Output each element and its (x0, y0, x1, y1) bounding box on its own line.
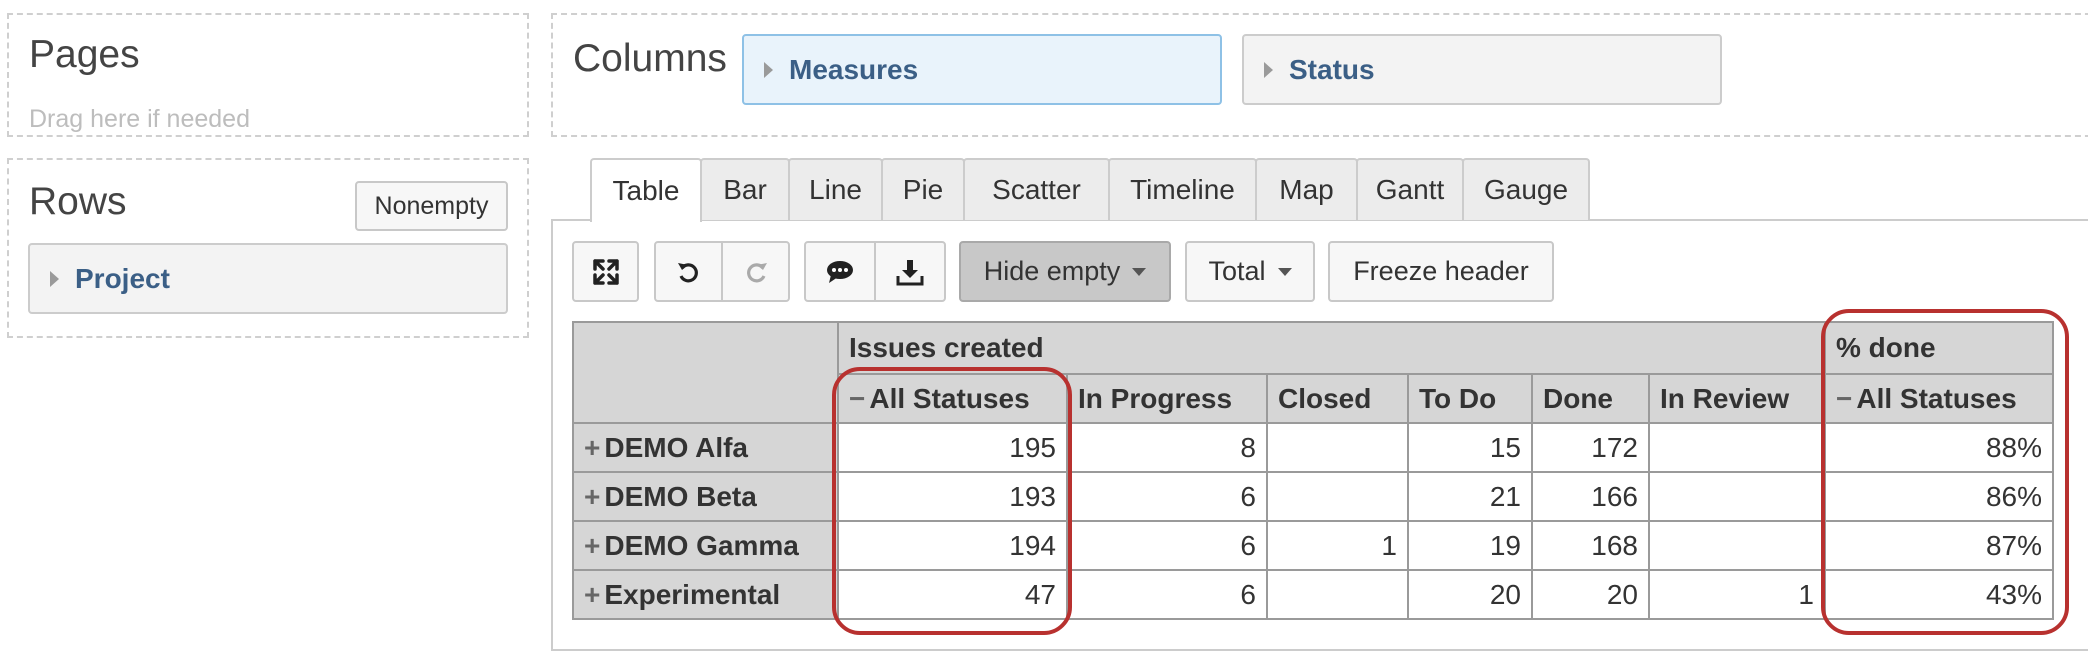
status-chip[interactable]: Status (1242, 34, 1722, 105)
cell (1648, 520, 1826, 571)
download-icon (896, 259, 924, 285)
collapse-icon[interactable]: − (849, 383, 865, 414)
pages-panel: Pages Drag here if needed (7, 13, 529, 137)
cell: 6 (1066, 569, 1268, 620)
cell: 20 (1531, 569, 1650, 620)
cell (1266, 422, 1409, 473)
tab-map[interactable]: Map (1255, 158, 1358, 220)
cell: 172 (1531, 422, 1650, 473)
tab-table[interactable]: Table (590, 158, 702, 222)
cell (1648, 471, 1826, 522)
dropdown-caret-icon (1277, 267, 1292, 276)
freeze-header-button[interactable]: Freeze header (1328, 241, 1554, 302)
redo-button[interactable] (721, 241, 790, 302)
redo-icon (746, 262, 767, 282)
cell: 86% (1824, 471, 2054, 522)
caret-right-icon (1264, 61, 1273, 78)
cell: 20 (1407, 569, 1533, 620)
project-chip[interactable]: Project (28, 243, 508, 314)
col-header-pct-all-statuses[interactable]: − All Statuses (1824, 373, 2054, 424)
expand-icon[interactable]: + (584, 432, 600, 463)
tab-timeline[interactable]: Timeline (1108, 158, 1257, 220)
cell: 21 (1407, 471, 1533, 522)
project-chip-label: Project (75, 262, 170, 294)
status-chip-label: Status (1289, 53, 1375, 85)
chart-type-tabs: Table Bar Line Pie Scatter Timeline Map … (590, 158, 1590, 222)
report-table: Issues created % done − All Statuses In P… (572, 321, 2054, 620)
pages-hint: Drag here if needed (29, 105, 250, 133)
cell: 15 (1407, 422, 1533, 473)
columns-title: Columns (573, 37, 727, 80)
total-label: Total (1208, 256, 1266, 286)
col-header-in-progress: In Progress (1066, 373, 1268, 424)
tab-line[interactable]: Line (788, 158, 883, 220)
nonempty-button[interactable]: Nonempty (355, 181, 508, 231)
table-row: + Experimental 47 6 20 20 1 43% (572, 569, 2054, 620)
cell: 168 (1531, 520, 1650, 571)
tab-pie[interactable]: Pie (881, 158, 965, 220)
table-row: + DEMO Alfa 195 8 15 172 88% (572, 422, 2054, 473)
hide-empty-label: Hide empty (983, 256, 1121, 286)
cell: 1 (1648, 569, 1826, 620)
undo-icon (677, 262, 698, 282)
fullscreen-button[interactable] (572, 241, 639, 302)
pct-done-header: % done (1824, 321, 2054, 375)
col-header-closed: Closed (1266, 373, 1409, 424)
cell: 88% (1824, 422, 2054, 473)
table-row: + DEMO Beta 193 6 21 166 86% (572, 471, 2054, 522)
col-header-in-review: In Review (1648, 373, 1826, 424)
cell: 166 (1531, 471, 1650, 522)
cell (1648, 422, 1826, 473)
cell (1266, 471, 1409, 522)
row-header[interactable]: + DEMO Alfa (572, 422, 839, 473)
cell (1266, 569, 1409, 620)
cell: 195 (837, 422, 1068, 473)
row-header[interactable]: + DEMO Gamma (572, 520, 839, 571)
cell: 8 (1066, 422, 1268, 473)
rows-title: Rows (29, 180, 127, 223)
col-header-done: Done (1531, 373, 1650, 424)
undo-button[interactable] (654, 241, 723, 302)
cell: 43% (1824, 569, 2054, 620)
tab-bar[interactable]: Bar (700, 158, 790, 220)
tab-gauge[interactable]: Gauge (1462, 158, 1590, 220)
measures-chip-label: Measures (789, 53, 919, 85)
corner-cell (572, 321, 839, 424)
total-dropdown[interactable]: Total (1185, 241, 1315, 302)
measures-chip[interactable]: Measures (742, 34, 1222, 105)
comment-icon (827, 260, 853, 283)
comment-button[interactable] (804, 241, 876, 302)
cell: 1 (1266, 520, 1409, 571)
collapse-icon[interactable]: − (1836, 383, 1852, 414)
tab-gantt[interactable]: Gantt (1356, 158, 1464, 220)
table-row: + DEMO Gamma 194 6 1 19 168 87% (572, 520, 2054, 571)
download-button[interactable] (874, 241, 946, 302)
cell: 193 (837, 471, 1068, 522)
cell: 19 (1407, 520, 1533, 571)
row-header[interactable]: + Experimental (572, 569, 839, 620)
cell: 47 (837, 569, 1068, 620)
tab-scatter[interactable]: Scatter (963, 158, 1110, 220)
expand-icon[interactable]: + (584, 530, 600, 561)
expand-icon[interactable]: + (584, 579, 600, 610)
pages-title: Pages (29, 33, 140, 76)
cell: 6 (1066, 520, 1268, 571)
hide-empty-dropdown[interactable]: Hide empty (959, 241, 1171, 302)
col-header-to-do: To Do (1407, 373, 1533, 424)
row-header[interactable]: + DEMO Beta (572, 471, 839, 522)
cell: 194 (837, 520, 1068, 571)
cell: 6 (1066, 471, 1268, 522)
fullscreen-icon (592, 258, 619, 285)
issues-created-header: Issues created (837, 321, 1826, 375)
cell: 87% (1824, 520, 2054, 571)
expand-icon[interactable]: + (584, 481, 600, 512)
col-header-all-statuses[interactable]: − All Statuses (837, 373, 1068, 424)
caret-right-icon (50, 270, 59, 287)
dropdown-caret-icon (1132, 267, 1147, 276)
caret-right-icon (764, 61, 773, 78)
